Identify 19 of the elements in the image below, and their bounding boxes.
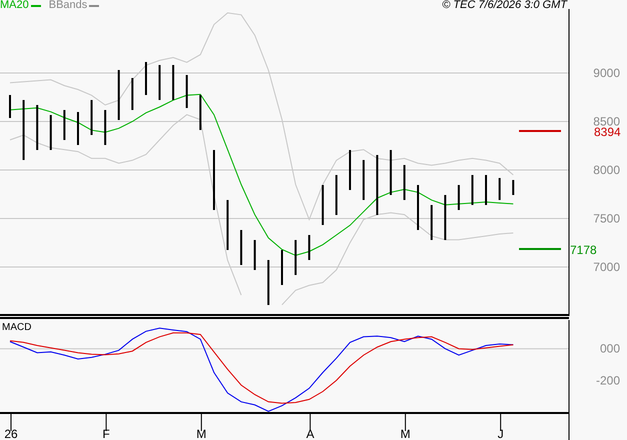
legend-label: BBands [48,0,88,11]
copyright-text: © TEC 7/6/2026 3:0 GMT [442,0,567,11]
axis-tick-label: F [102,427,110,440]
axis-tick-label: 7000 [593,260,620,274]
axis-tick-label: J [498,427,504,440]
axis-tick-label: 9000 [593,66,620,80]
level-label: 7178 [570,243,597,257]
axis-tick-label: -200 [596,373,620,388]
level-line [519,248,561,250]
axis-tick-label: A [306,427,314,440]
axis-tick-label: 000 [600,342,620,356]
axis-tick-label: 7500 [593,212,620,226]
axis-tick-label: 8000 [593,163,620,177]
level-line [519,130,561,132]
axis-tick-label: 26 [4,427,18,440]
chart-title: MACD [2,323,32,333]
axis-tick-label: M [196,427,206,440]
legend-label: MA20 [0,0,29,11]
axis-tick-label: M [400,427,410,440]
